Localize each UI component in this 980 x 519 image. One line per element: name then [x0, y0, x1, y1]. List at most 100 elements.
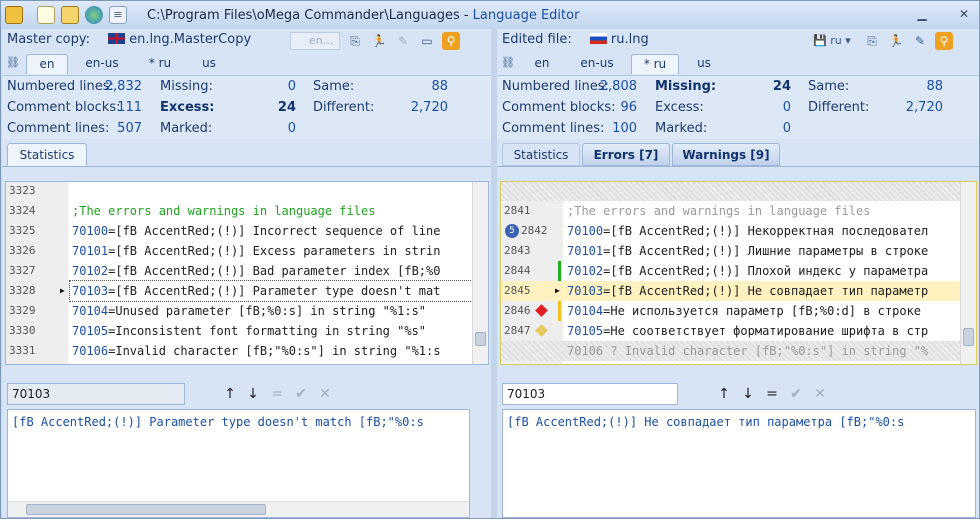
- search-icon[interactable]: ⚲: [935, 32, 953, 50]
- title-bar: ≡ C:\Program Files\oMega Commander\Langu…: [1, 1, 979, 29]
- master-editor[interactable]: 3323 3324 ;The errors and warnings in lan…: [5, 181, 489, 365]
- different-label: Different:: [808, 100, 870, 115]
- line-number: 2844: [504, 264, 531, 277]
- close-icon[interactable]: ✕: [955, 6, 973, 22]
- code-line[interactable]: 3331 70106=Invalid character [fB;"%0:s"] …: [6, 341, 488, 361]
- line-number: 3326: [9, 244, 36, 257]
- code-line[interactable]: 2844 70102=[fB AccentRed;(!)] Плохой инде…: [501, 261, 976, 281]
- line-text: 70105=Не соответствует форматирование шр…: [567, 324, 929, 338]
- code-line-current[interactable]: ▶ 3328 70103=[fB AccentRed;(!)] Parameter …: [6, 280, 488, 302]
- find-equal-icon[interactable]: =: [268, 385, 286, 403]
- tab-en-us[interactable]: en-us: [571, 54, 623, 74]
- find-down-icon[interactable]: ↓: [244, 385, 262, 403]
- find-equal-icon[interactable]: =: [763, 385, 781, 403]
- tab-statistics[interactable]: Statistics: [502, 143, 580, 166]
- tab-errors[interactable]: Errors [7]: [582, 143, 670, 166]
- code-line[interactable]: 3326 70101=[fB AccentRed;(!)] Excess para…: [6, 241, 488, 261]
- master-horizontal-scrollbar[interactable]: [8, 501, 469, 517]
- line-text: 70105=Inconsistent font formatting in st…: [72, 324, 427, 338]
- code-line[interactable]: 3324 ;The errors and warnings in language…: [6, 201, 488, 221]
- master-vertical-scrollbar[interactable]: [472, 182, 488, 364]
- edited-vertical-scrollbar[interactable]: [960, 182, 976, 364]
- tab-en-us[interactable]: en-us: [76, 54, 128, 74]
- comment-lines-value: 507: [117, 121, 142, 136]
- code-line[interactable]: 3327 70102=[fB AccentRed;(!)] Bad paramet…: [6, 261, 488, 281]
- code-line[interactable]: 2843 70101=[fB AccentRed;(!)] Лишние пара…: [501, 241, 976, 261]
- link-icon[interactable]: ⛓: [499, 54, 517, 72]
- line-number: 2842: [521, 224, 548, 237]
- marker-icon[interactable]: ✎: [911, 32, 929, 50]
- tab-statistics[interactable]: Statistics: [7, 143, 87, 166]
- minimize-icon[interactable]: ▁: [913, 6, 931, 22]
- find-accept-icon[interactable]: ✔: [787, 385, 805, 403]
- master-preview[interactable]: [fB AccentRed;(!)] Parameter type doesn'…: [7, 409, 470, 518]
- line-number: 3331: [9, 344, 36, 357]
- search-icon[interactable]: ⚲: [442, 32, 460, 50]
- find-up-icon[interactable]: ↑: [715, 385, 733, 403]
- menu-icon[interactable]: ≡: [109, 6, 127, 24]
- line-text: 70100=[fB AccentRed;(!)] Некорректная по…: [567, 224, 929, 238]
- copy-icon[interactable]: ⎘: [346, 32, 364, 50]
- code-line[interactable]: 5 2842 70100=[fB AccentRed;(!)] Некорректн…: [501, 221, 976, 241]
- edited-find-input[interactable]: 70103: [502, 383, 678, 405]
- code-line-missing[interactable]: 70106 ? Invalid character [fB;"%0:s"] in…: [501, 341, 976, 361]
- edited-file-name: ru.lng: [610, 32, 649, 47]
- open-icon[interactable]: [61, 6, 79, 24]
- master-find-bar: 70103 ↑ ↓ = ✔ ✕: [2, 383, 491, 407]
- run-icon[interactable]: 🏃: [887, 32, 905, 50]
- marked-value: 0: [782, 121, 791, 136]
- tab-ru[interactable]: * ru: [136, 54, 184, 74]
- line-text: 70103=[fB AccentRed;(!)] Не совпадает ти…: [567, 284, 929, 298]
- tab-us[interactable]: us: [190, 54, 228, 74]
- find-down-icon[interactable]: ↓: [739, 385, 757, 403]
- copy-icon[interactable]: ⎘: [863, 32, 881, 50]
- missing-value: 0: [287, 79, 296, 94]
- app-icon[interactable]: [5, 6, 23, 24]
- current-line-arrow-icon: ▶: [60, 286, 65, 295]
- tab-warnings[interactable]: Warnings [9]: [672, 143, 780, 166]
- master-lang-combo[interactable]: en...: [290, 32, 340, 50]
- bookmark-badge-icon[interactable]: 5: [505, 224, 519, 238]
- save-icon[interactable]: 💾 ru ▾: [813, 32, 857, 50]
- find-up-icon[interactable]: ↑: [221, 385, 239, 403]
- tab-en[interactable]: en: [26, 54, 68, 74]
- find-cancel-icon[interactable]: ✕: [316, 385, 334, 403]
- new-icon[interactable]: [37, 6, 55, 24]
- find-accept-icon[interactable]: ✔: [292, 385, 310, 403]
- code-line[interactable]: 3323: [6, 182, 488, 201]
- missing-label: Missing:: [160, 79, 213, 94]
- master-copy-label: Master copy:: [7, 32, 91, 47]
- code-line[interactable]: [501, 182, 976, 201]
- marker-icon[interactable]: ✎: [394, 32, 412, 50]
- edited-editor[interactable]: 2841 ;The errors and warnings in language…: [500, 181, 977, 365]
- find-cancel-icon[interactable]: ✕: [811, 385, 829, 403]
- changed-marker: [558, 301, 561, 321]
- link-icon[interactable]: ⛓: [4, 54, 22, 72]
- run-icon[interactable]: 🏃: [370, 32, 388, 50]
- line-number: 2846: [504, 304, 531, 317]
- code-line[interactable]: 3325 70100=[fB AccentRed;(!)] Incorrect s…: [6, 221, 488, 241]
- line-number: 3330: [9, 324, 36, 337]
- code-line[interactable]: 3329 70104=Unused parameter [fB;%0:s] in …: [6, 301, 488, 321]
- line-text: 70100=[fB AccentRed;(!)] Incorrect seque…: [72, 224, 441, 238]
- code-line[interactable]: 3330 70105=Inconsistent font formatting i…: [6, 321, 488, 341]
- monitor-icon[interactable]: ▭: [418, 32, 436, 50]
- code-line[interactable]: 2846 70104=Не используется параметр [fB;%…: [501, 301, 976, 321]
- comment-blocks-value: 96: [620, 100, 637, 115]
- tab-en[interactable]: en: [521, 54, 563, 74]
- different-label: Different:: [313, 100, 375, 115]
- excess-value: 0: [782, 100, 791, 115]
- code-line-current[interactable]: ▶ 2845 70103=[fB AccentRed;(!)] Не совпада…: [501, 281, 976, 301]
- edited-find-bar: 70103 ↑ ↓ = ✔ ✕: [497, 383, 979, 407]
- tab-ru[interactable]: * ru: [631, 54, 679, 74]
- tab-us[interactable]: us: [685, 54, 723, 74]
- edited-preview-text: [fB AccentRed;(!)] Не совпадает тип пара…: [507, 415, 905, 429]
- master-lang-tabs: ⛓ en en-us * ru us: [2, 53, 491, 75]
- code-line[interactable]: 2841 ;The errors and warnings in language…: [501, 201, 976, 221]
- different-value: 2,720: [905, 100, 943, 115]
- same-label: Same:: [313, 79, 355, 94]
- globe-icon[interactable]: [85, 6, 103, 24]
- master-find-input[interactable]: 70103: [7, 383, 185, 405]
- code-line[interactable]: 2847 70105=Не соответствует форматировани…: [501, 321, 976, 341]
- edited-preview[interactable]: [fB AccentRed;(!)] Не совпадает тип пара…: [502, 409, 976, 518]
